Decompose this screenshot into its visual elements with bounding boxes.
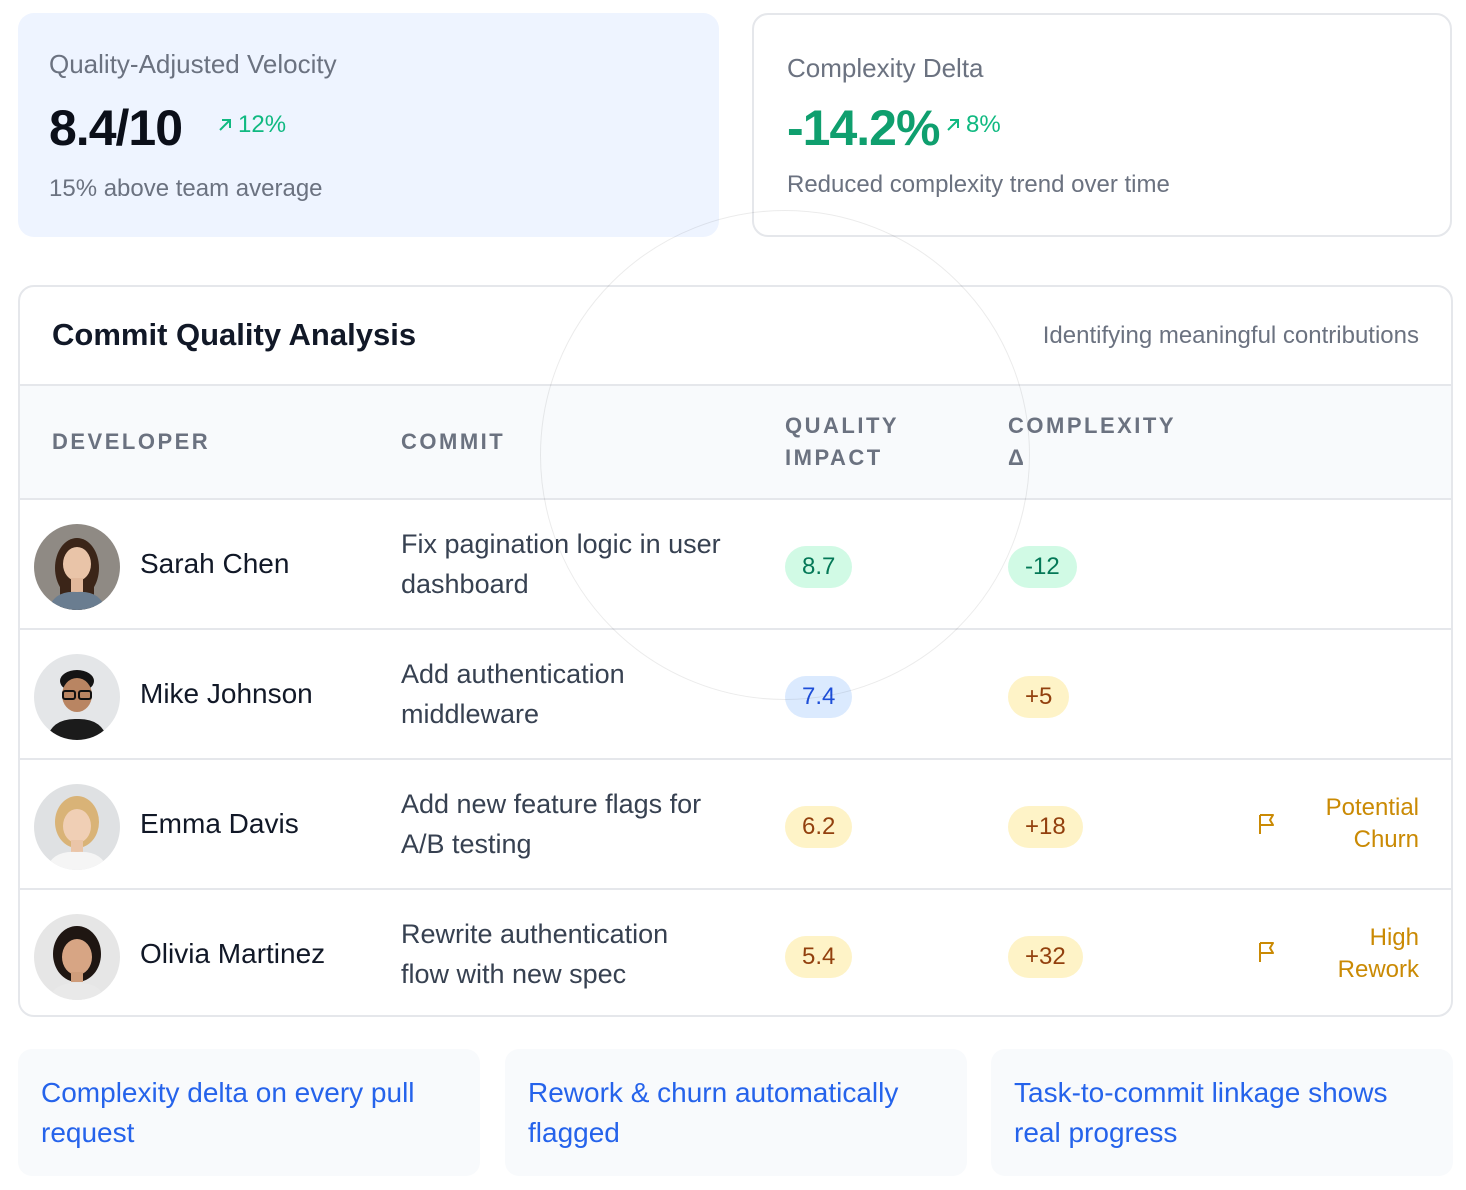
complexity-change-value: 8% [966, 111, 1001, 138]
feature-text: Complexity delta on every pull request [41, 1077, 415, 1148]
churn-flag-label: Potential Churn [1289, 792, 1419, 856]
velocity-change: 12% [216, 111, 286, 139]
header-complexity-delta[interactable]: COMPLEXITY Δ [1008, 410, 1208, 474]
velocity-change-value: 12% [238, 111, 287, 138]
complexity-change: 8% [944, 111, 1001, 139]
velocity-card: Quality-Adjusted Velocity 8.4/10 12% 15%… [18, 13, 719, 237]
table-row[interactable]: Olivia Martinez Rewrite authentication f… [20, 888, 1451, 1015]
avatar [34, 784, 120, 870]
flag-icon [1259, 814, 1274, 834]
flag-label-line1: Potential [1325, 794, 1419, 821]
feature-text: Task-to-commit linkage shows real progre… [1014, 1077, 1388, 1148]
quality-impact-badge: 5.4 [785, 936, 853, 978]
feature-card-linkage[interactable]: Task-to-commit linkage shows real progre… [991, 1049, 1453, 1176]
complexity-delta-badge: +32 [1008, 936, 1083, 978]
header-developer[interactable]: DEVELOPER [52, 426, 210, 458]
complexity-label: Complexity Delta [787, 53, 984, 83]
developer-name: Emma Davis [140, 808, 299, 839]
flag-label-line2: Rework [1337, 956, 1419, 983]
velocity-value: 8.4/10 [49, 100, 183, 156]
complexity-delta-badge: -12 [1008, 546, 1077, 588]
table-header: DEVELOPER COMMIT QUALITY IMPACT COMPLEXI… [20, 384, 1451, 498]
developer-name: Olivia Martinez [140, 938, 326, 969]
feature-card-complexity[interactable]: Complexity delta on every pull request [18, 1049, 480, 1176]
feature-card-rework[interactable]: Rework & churn automatically flagged [505, 1049, 967, 1176]
header-complexity-line2: Δ [1008, 445, 1027, 470]
arrow-up-right-icon [947, 119, 959, 131]
quality-impact-badge: 6.2 [785, 806, 853, 848]
header-quality-impact[interactable]: QUALITY IMPACT [785, 410, 945, 474]
table-row[interactable]: Mike Johnson Add authentication middlewa… [20, 628, 1451, 758]
header-quality-line1: QUALITY [785, 413, 900, 438]
commit-message[interactable]: Rewrite authentication flow with new spe… [401, 914, 721, 994]
avatar [34, 654, 120, 740]
rework-flag-label: High Rework [1289, 922, 1419, 986]
flag-label-line1: High [1369, 924, 1419, 951]
complexity-delta-badge: +5 [1008, 676, 1070, 718]
velocity-label: Quality-Adjusted Velocity [49, 49, 337, 79]
header-commit[interactable]: COMMIT [401, 426, 505, 458]
complexity-delta-badge: +18 [1008, 806, 1083, 848]
complexity-value: -14.2% [787, 100, 940, 156]
flag-label-line2: Churn [1353, 826, 1419, 853]
table-row[interactable]: Sarah Chen Fix pagination logic in user … [20, 498, 1451, 628]
avatar [34, 524, 120, 610]
complexity-subtext: Reduced complexity trend over time [787, 171, 1170, 198]
quality-impact-badge: 7.4 [785, 676, 853, 718]
arrow-up-right-icon [219, 119, 231, 131]
table-title: Commit Quality Analysis [52, 317, 417, 352]
flag-icon [1259, 942, 1274, 962]
commit-message[interactable]: Add new feature flags for A/B testing [401, 784, 721, 864]
table-row[interactable]: Emma Davis Add new feature flags for A/B… [20, 758, 1451, 888]
avatar [34, 914, 120, 1000]
velocity-subtext: 15% above team average [49, 175, 323, 202]
header-complexity-line1: COMPLEXITY [1008, 413, 1177, 438]
developer-name: Sarah Chen [140, 548, 290, 579]
table-subtitle: Identifying meaningful contributions [1042, 322, 1419, 349]
developer-name: Mike Johnson [140, 678, 313, 709]
header-quality-line2: IMPACT [785, 445, 883, 470]
feature-text: Rework & churn automatically flagged [528, 1077, 899, 1148]
commit-message[interactable]: Fix pagination logic in user dashboard [401, 524, 721, 604]
commit-quality-table: Commit Quality Analysis Identifying mean… [18, 285, 1453, 1017]
quality-impact-badge: 8.7 [785, 546, 853, 588]
complexity-card: Complexity Delta -14.2% 8% Reduced compl… [752, 13, 1452, 237]
commit-message[interactable]: Add authentication middleware [401, 654, 721, 734]
